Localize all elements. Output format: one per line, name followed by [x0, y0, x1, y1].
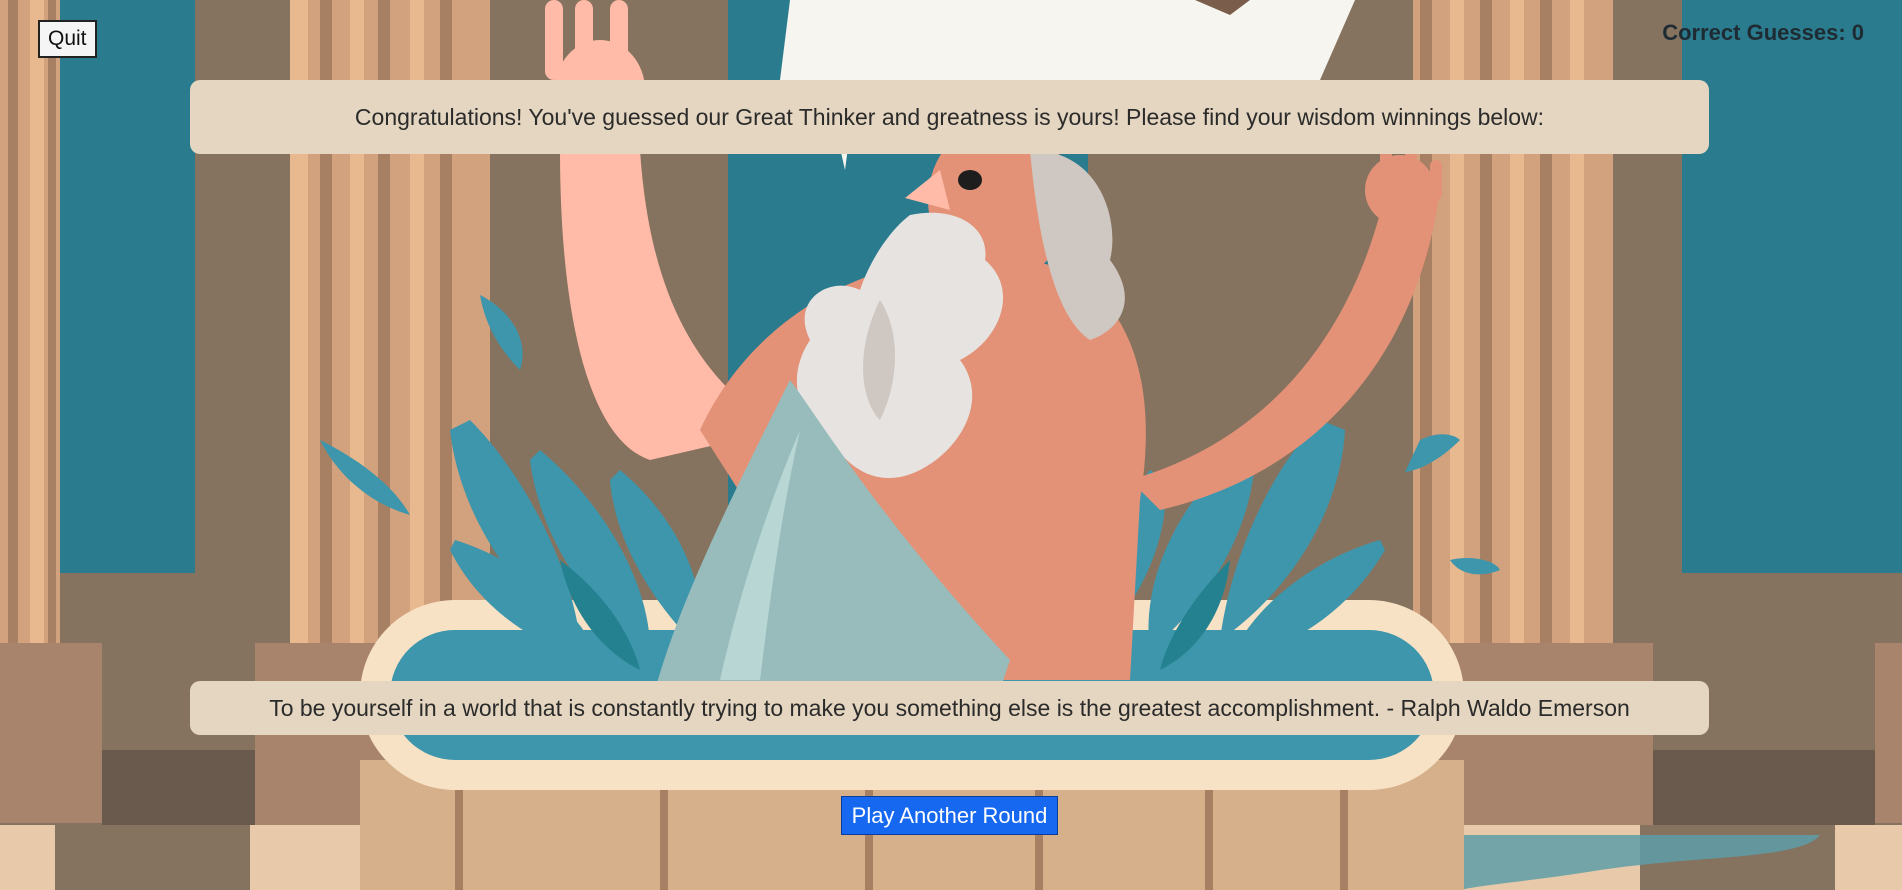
lower-wall-right — [1653, 750, 1875, 830]
quit-button[interactable]: Quit — [38, 20, 97, 58]
congratulations-banner: Congratulations! You've guessed our Grea… — [190, 80, 1709, 154]
play-another-round-button[interactable]: Play Another Round — [841, 796, 1058, 835]
lower-wall-left — [102, 750, 255, 830]
eye — [958, 170, 982, 190]
correct-guesses-counter: Correct Guesses: 0 — [1662, 20, 1864, 45]
quote-banner: To be yourself in a world that is consta… — [190, 681, 1709, 735]
window-left — [60, 0, 195, 573]
window-right — [1682, 0, 1902, 573]
column-right-base — [1875, 643, 1902, 823]
floor-stripe-left — [55, 825, 250, 890]
